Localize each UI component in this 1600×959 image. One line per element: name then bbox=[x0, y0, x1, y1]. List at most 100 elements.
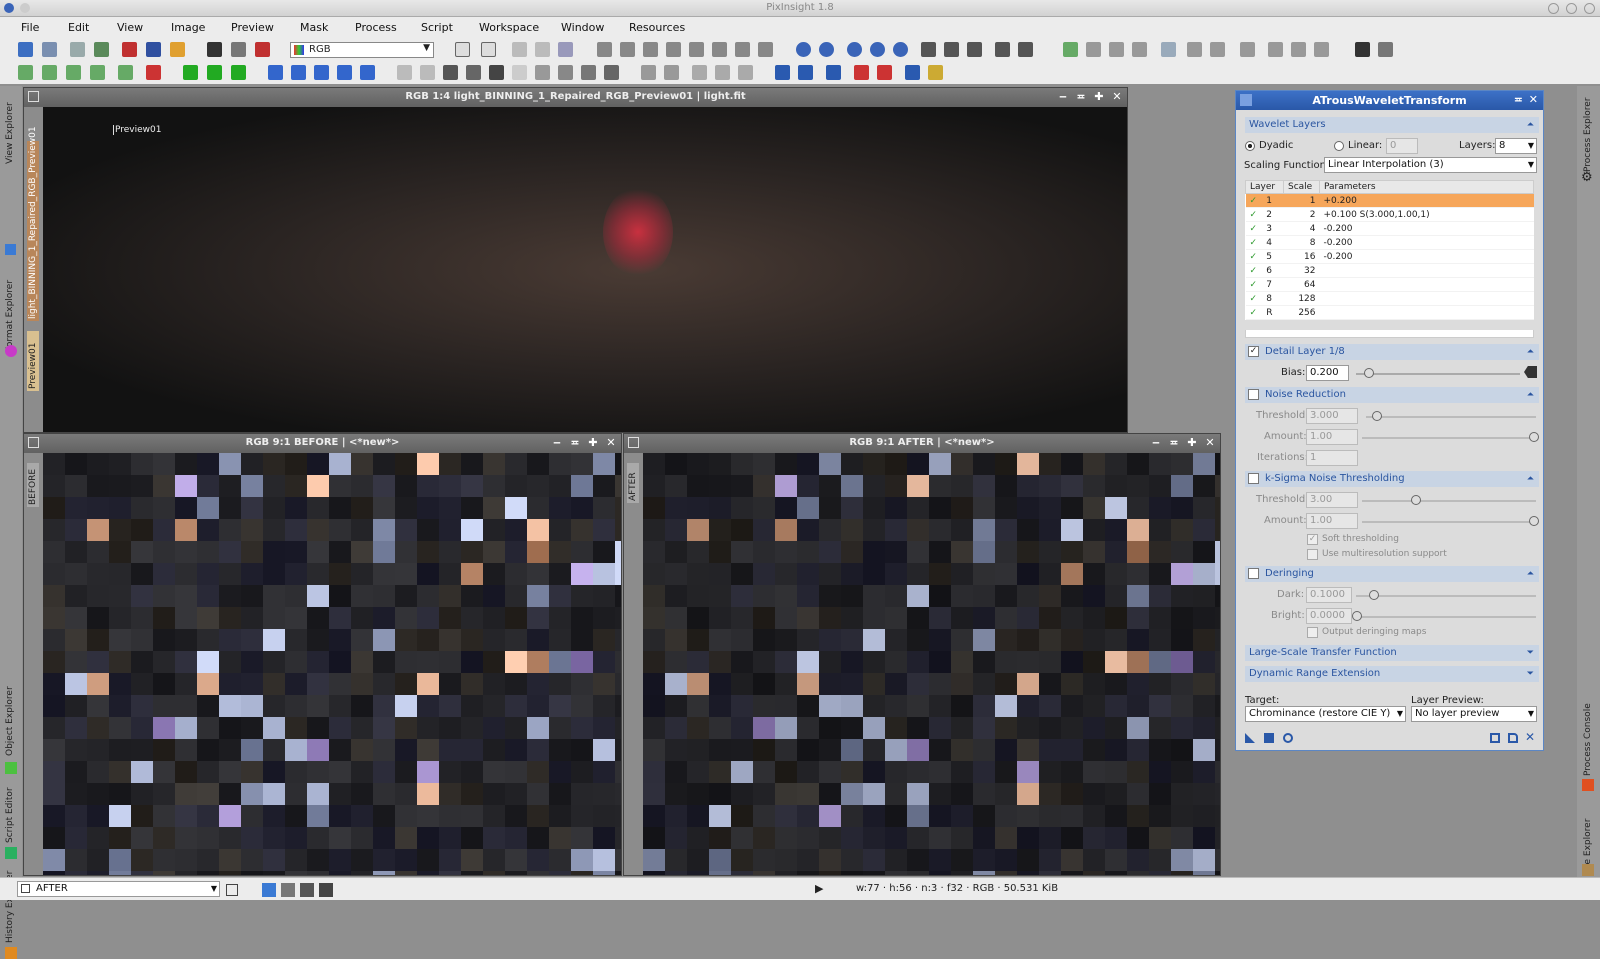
zoom-optimal-icon[interactable] bbox=[893, 42, 908, 57]
apply-icon[interactable] bbox=[1283, 733, 1293, 743]
script-icon[interactable] bbox=[1508, 733, 1518, 743]
select-l-icon[interactable] bbox=[90, 65, 105, 80]
grey-icon[interactable] bbox=[1378, 42, 1393, 57]
mask-black-icon[interactable] bbox=[604, 65, 619, 80]
process-icon[interactable] bbox=[1063, 42, 1078, 57]
dark-handle[interactable] bbox=[1369, 590, 1379, 600]
soft-thresholding-checkbox[interactable]: ✓ bbox=[1307, 534, 1318, 545]
morphology-icon[interactable] bbox=[1240, 42, 1255, 57]
main-image-window[interactable]: RGB 1:4 light_BINNING_1_Repaired_RGB_Pre… bbox=[23, 87, 1128, 433]
ks-amount-handle[interactable] bbox=[1529, 516, 1539, 526]
view-tab-main[interactable]: light_BINNING_1_Repaired_RGB_Preview01 bbox=[27, 126, 39, 321]
menu-mask[interactable]: Mask bbox=[300, 21, 328, 34]
layer-enabled-icon[interactable]: ✓ bbox=[1250, 280, 1261, 290]
multires-checkbox[interactable] bbox=[1307, 549, 1318, 560]
shrink-icon[interactable] bbox=[643, 42, 658, 57]
link-icon[interactable] bbox=[692, 65, 707, 80]
window-cascade-icon[interactable] bbox=[1018, 42, 1033, 57]
before-zoom-image[interactable] bbox=[43, 453, 621, 875]
deconvolution-icon[interactable] bbox=[1268, 42, 1283, 57]
menu-view[interactable]: View bbox=[117, 21, 143, 34]
pointer-icon[interactable] bbox=[758, 42, 773, 57]
expand-icon[interactable]: ⏷ bbox=[1527, 666, 1534, 682]
before-tab[interactable]: BEFORE bbox=[27, 463, 39, 507]
main-window-titlebar[interactable]: RGB 1:4 light_BINNING_1_Repaired_RGB_Pre… bbox=[24, 88, 1127, 107]
clone-icon[interactable] bbox=[455, 42, 470, 57]
noise-icon[interactable] bbox=[1291, 42, 1306, 57]
ksigma-section[interactable]: k-Sigma Noise Thresholding ⏶ bbox=[1245, 471, 1539, 487]
mirror-icon[interactable] bbox=[337, 65, 352, 80]
collapse-icon[interactable]: ⏶ bbox=[1527, 344, 1534, 360]
move-icon[interactable] bbox=[666, 42, 681, 57]
channel-rgb-icon[interactable] bbox=[262, 883, 276, 897]
nr-amount-slider[interactable] bbox=[1362, 437, 1536, 439]
nr-amount-field[interactable]: 1.00 bbox=[1306, 429, 1358, 445]
table-row[interactable]: ✓ 7 64 bbox=[1245, 277, 1534, 292]
channel-r-icon[interactable] bbox=[281, 883, 295, 897]
select-none-icon[interactable] bbox=[118, 65, 133, 80]
layer-enabled-icon[interactable]: ✓ bbox=[1250, 252, 1261, 262]
dark-field[interactable]: 0.1000 bbox=[1306, 587, 1352, 603]
column-layer[interactable]: Layer bbox=[1245, 180, 1284, 194]
layer-enabled-icon[interactable]: ✓ bbox=[1250, 210, 1261, 220]
preview-new-icon[interactable] bbox=[183, 65, 198, 80]
delete-selection-icon[interactable] bbox=[146, 65, 161, 80]
display-settings-icon[interactable] bbox=[928, 65, 943, 80]
linear-spinbox[interactable]: 0 bbox=[1386, 138, 1418, 154]
menu-window[interactable]: Window bbox=[561, 21, 604, 34]
fit-width-icon[interactable] bbox=[944, 42, 959, 57]
pixelmath-icon[interactable] bbox=[1187, 42, 1202, 57]
noise-reduction-checkbox[interactable] bbox=[1248, 389, 1259, 400]
monitor-proof-icon[interactable] bbox=[798, 65, 813, 80]
flip-v-icon[interactable] bbox=[291, 65, 306, 80]
dynamic-range-section[interactable]: Dynamic Range Extension ⏷ bbox=[1245, 666, 1539, 682]
collapse-icon[interactable]: ⏶ bbox=[1527, 566, 1534, 582]
table-row[interactable]: ✓ 3 4 -0.200 bbox=[1245, 221, 1534, 236]
nr-threshold-handle[interactable] bbox=[1372, 411, 1382, 421]
maximize-icon[interactable]: ✚ bbox=[587, 436, 599, 450]
wavelet-layers-section[interactable]: Wavelet Layers ⏶ bbox=[1245, 117, 1539, 133]
detail-layer-checkbox[interactable]: ✓ bbox=[1248, 346, 1259, 357]
open-icon[interactable] bbox=[94, 42, 109, 57]
select-rgb-icon[interactable] bbox=[66, 65, 81, 80]
preview-icon[interactable] bbox=[1490, 733, 1500, 743]
layer-enabled-icon[interactable]: ✓ bbox=[1250, 238, 1261, 248]
nr-threshold-slider[interactable] bbox=[1366, 416, 1536, 418]
bright-field[interactable]: 0.0000 bbox=[1306, 608, 1352, 624]
process-console-tab[interactable]: Process Console bbox=[1583, 696, 1593, 776]
soft-proof-icon[interactable] bbox=[877, 65, 892, 80]
menu-script[interactable]: Script bbox=[421, 21, 453, 34]
select-channel-icon[interactable] bbox=[42, 65, 57, 80]
after-window[interactable]: RGB 9:1 AFTER | <*new*> ‒ ≖ ✚ ✕ AFTER bbox=[623, 433, 1221, 876]
table-row[interactable]: ✓ 8 128 bbox=[1245, 291, 1534, 306]
layer-enabled-icon[interactable]: ✓ bbox=[1250, 196, 1261, 206]
menu-edit[interactable]: Edit bbox=[68, 21, 89, 34]
mask-grey-icon[interactable] bbox=[535, 65, 550, 80]
mask-blue-icon[interactable] bbox=[489, 65, 504, 80]
menu-image[interactable]: Image bbox=[171, 21, 205, 34]
mask-overlay-icon[interactable] bbox=[581, 65, 596, 80]
stf-reset-icon[interactable] bbox=[664, 65, 679, 80]
format-explorer-tab[interactable]: Format Explorer bbox=[5, 272, 15, 352]
minimize-app-button[interactable] bbox=[1548, 3, 1559, 14]
select-all-icon[interactable] bbox=[18, 65, 33, 80]
minimize-icon[interactable]: ‒ bbox=[551, 436, 563, 450]
duplicate-icon[interactable] bbox=[481, 42, 496, 57]
redo-icon[interactable] bbox=[42, 42, 57, 57]
shade-icon[interactable]: ≖ bbox=[1168, 436, 1180, 450]
dyadic-radio[interactable] bbox=[1245, 141, 1255, 151]
mask-invert-icon[interactable] bbox=[420, 65, 435, 80]
curves-icon[interactable] bbox=[1086, 42, 1101, 57]
fit-icon[interactable] bbox=[535, 42, 550, 57]
histogram-icon[interactable] bbox=[1109, 42, 1124, 57]
pan-icon[interactable] bbox=[689, 42, 704, 57]
convolution-icon[interactable] bbox=[1210, 42, 1225, 57]
gamut-check-icon[interactable] bbox=[854, 65, 869, 80]
object-explorer-tab[interactable]: Object Explorer bbox=[5, 686, 15, 756]
bias-field[interactable]: 0.200 bbox=[1306, 365, 1349, 381]
channel-b-icon[interactable] bbox=[319, 883, 333, 897]
star-icon[interactable] bbox=[1314, 42, 1329, 57]
process-explorer-tab[interactable]: Process Explorer bbox=[1583, 92, 1593, 172]
close-icon[interactable]: ✕ bbox=[1111, 90, 1123, 104]
screen-icon[interactable] bbox=[146, 42, 161, 57]
